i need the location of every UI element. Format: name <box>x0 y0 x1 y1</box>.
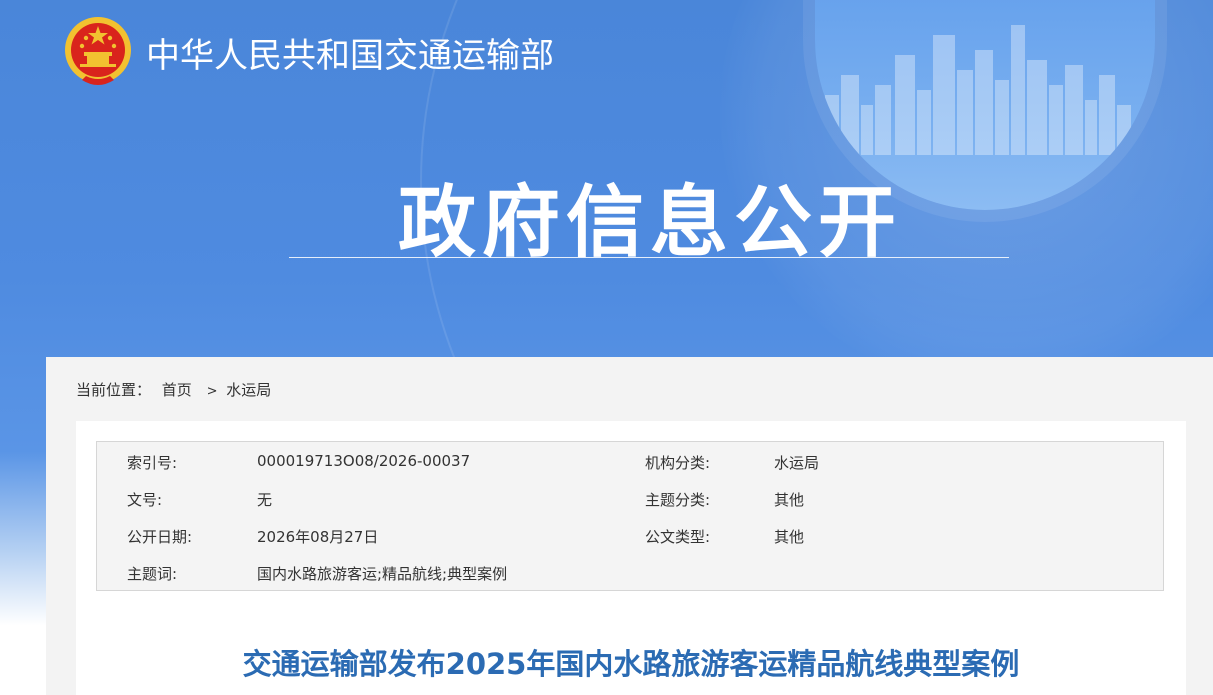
skyline-icon <box>825 25 1131 155</box>
breadcrumb-home-link[interactable]: 首页 <box>162 381 192 399</box>
metadata-key: 文号: <box>127 491 163 509</box>
metadata-key: 公开日期: <box>127 528 193 546</box>
breadcrumb-current-link[interactable]: 水运局 <box>226 381 271 399</box>
metadata-row: 主题词: 国内水路旅游客运;精品航线;典型案例 <box>97 553 1163 589</box>
metadata-value: 其他 <box>774 528 805 546</box>
metadata-row: 文号: 无 主题分类: 其他 <box>97 479 1163 515</box>
title-divider <box>289 257 1009 258</box>
metadata-value: 水运局 <box>774 454 820 472</box>
metadata-key: 主题分类: <box>645 491 711 509</box>
metadata-row: 公开日期: 2026年08月27日 公文类型: 其他 <box>97 516 1163 552</box>
metadata-key: 索引号: <box>127 454 178 472</box>
metadata-value: 国内水路旅游客运;精品航线;典型案例 <box>257 565 508 583</box>
breadcrumb-separator: > <box>206 384 218 399</box>
page-title: 政府信息公开 <box>397 178 902 268</box>
breadcrumb-label: 当前位置： <box>76 381 152 399</box>
metadata-row: 索引号: 000019713O08/2026-00037 机构分类: 水运局 <box>97 442 1163 478</box>
metadata-table: 索引号: 000019713O08/2026-00037 机构分类: 水运局 文… <box>96 441 1164 591</box>
metadata-key: 机构分类: <box>645 454 711 472</box>
metadata-key: 公文类型: <box>645 528 711 546</box>
metadata-value: 其他 <box>774 491 805 509</box>
national-emblem-icon <box>65 17 131 85</box>
breadcrumb: 当前位置： 首页 > 水运局 <box>76 379 277 400</box>
metadata-value: 无 <box>257 491 273 509</box>
metadata-key: 主题词: <box>127 565 178 583</box>
metadata-value: 2026年08月27日 <box>257 528 379 546</box>
metadata-value: 000019713O08/2026-00037 <box>257 452 471 470</box>
content-panel: 当前位置： 首页 > 水运局 索引号: 000019713O08/2026-00… <box>46 357 1213 695</box>
document-card: 索引号: 000019713O08/2026-00037 机构分类: 水运局 文… <box>76 421 1186 695</box>
document-title: 交通运输部发布2025年国内水路旅游客运精品航线典型案例 <box>242 647 1020 681</box>
ministry-name[interactable]: 中华人民共和国交通运输部 <box>146 28 554 77</box>
